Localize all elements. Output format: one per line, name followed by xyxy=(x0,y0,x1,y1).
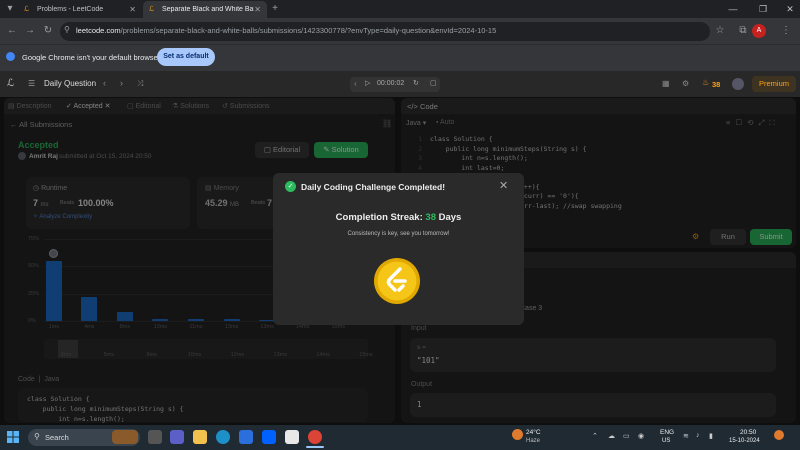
tab-title: Problems - LeetCode xyxy=(37,6,104,13)
chrome-menu-icon[interactable]: ⋮ xyxy=(778,23,794,39)
wifi-icon[interactable]: ≋ xyxy=(683,432,689,440)
url-text[interactable]: leetcode.com/problems/separate-black-and… xyxy=(76,26,496,35)
problem-list-icon[interactable]: ☰ xyxy=(28,79,35,88)
close-window-icon[interactable]: ✕ xyxy=(783,2,797,16)
tray-chevron-icon[interactable]: ⌃ xyxy=(592,432,598,440)
teams-icon[interactable] xyxy=(170,430,184,444)
problem-list-title[interactable]: Daily Question xyxy=(44,79,96,88)
back-icon[interactable]: ← xyxy=(4,23,20,39)
streak-fire-icon: ♨ xyxy=(702,78,710,87)
volume-icon[interactable]: ♪ xyxy=(696,432,700,439)
file-explorer-icon[interactable] xyxy=(193,430,207,444)
maximize-icon[interactable]: ❐ xyxy=(756,2,770,16)
close-tab-icon[interactable]: ✕ xyxy=(129,5,136,14)
extensions-icon[interactable]: ⧉ xyxy=(735,23,751,39)
dropbox-icon[interactable] xyxy=(262,430,276,444)
browser-tab-current[interactable]: ℒ Separate Black and White Balls ✕ xyxy=(143,1,267,18)
timer-value: 00:00:02 xyxy=(377,80,405,87)
camera-icon[interactable]: ◉ xyxy=(638,432,644,440)
taskbar-search-label: Search xyxy=(45,433,69,442)
weather-temp[interactable]: 24°C xyxy=(526,429,541,436)
check-circle-icon: ✓ xyxy=(285,181,296,192)
settings-gear-icon[interactable]: ⚙ xyxy=(682,79,689,88)
notification-icon[interactable] xyxy=(774,430,784,440)
language-indicator[interactable]: ENG xyxy=(660,429,674,436)
streak-count[interactable]: 38 xyxy=(712,80,720,89)
layout-icon[interactable]: ▦ xyxy=(662,79,670,88)
completion-streak: Completion Streak: 38 Days xyxy=(335,212,462,223)
timer-prev-icon[interactable]: ‹ xyxy=(354,79,357,88)
clock-time[interactable]: 20:50 xyxy=(740,429,756,436)
chrome-logo-icon xyxy=(6,52,15,61)
infobar-message: Google Chrome isn't your default browser xyxy=(22,53,161,62)
premium-button[interactable]: Premium xyxy=(752,76,796,92)
prev-problem-icon[interactable]: ‹ xyxy=(103,78,106,88)
region-indicator: US xyxy=(662,438,671,444)
task-view-icon[interactable] xyxy=(148,430,162,444)
bookmark-star-icon[interactable]: ☆ xyxy=(712,23,728,39)
windows-start-icon[interactable] xyxy=(7,431,19,443)
weather-desc: Haze xyxy=(526,438,541,444)
active-app-indicator xyxy=(306,446,324,448)
shuffle-icon[interactable]: ⤨ xyxy=(137,79,143,89)
amazon-icon[interactable] xyxy=(285,430,299,444)
search-icon: ⚲ xyxy=(34,432,40,441)
modal-title: Daily Coding Challenge Completed! xyxy=(301,182,446,192)
battery-status-icon[interactable]: ▮ xyxy=(709,432,713,440)
timer-play-icon[interactable]: ▷ xyxy=(365,79,370,87)
site-info-icon[interactable]: ⚲ xyxy=(64,25,70,34)
user-avatar[interactable] xyxy=(732,78,744,90)
leetcode-logo-icon[interactable]: ℒ xyxy=(7,78,14,89)
next-problem-icon[interactable]: › xyxy=(120,78,123,88)
close-tab-icon[interactable]: ✕ xyxy=(254,5,261,14)
clock-date: 15-10-2024 xyxy=(729,438,760,444)
modal-subtitle: Consistency is key, see you tomorrow! xyxy=(347,231,450,237)
profile-avatar[interactable]: A xyxy=(752,24,766,38)
tab-search-icon[interactable]: ▾ xyxy=(2,1,18,17)
modal-close-icon[interactable]: ✕ xyxy=(499,179,508,192)
reload-icon[interactable]: ↻ xyxy=(40,23,56,39)
store-icon[interactable] xyxy=(239,430,253,444)
battery-icon[interactable]: ▭ xyxy=(623,432,630,440)
forward-icon[interactable]: → xyxy=(22,23,38,39)
search-highlight-icon xyxy=(112,430,138,444)
browser-tab-problems[interactable]: ℒ Problems - LeetCode ✕ xyxy=(18,1,142,18)
edge-icon[interactable] xyxy=(216,430,230,444)
leetcode-favicon-icon: ℒ xyxy=(24,5,30,13)
minimize-icon[interactable]: — xyxy=(726,2,740,16)
weather-icon xyxy=(512,429,523,440)
timer-reset-icon[interactable]: ↻ xyxy=(413,79,419,87)
new-tab-icon[interactable]: + xyxy=(267,1,283,17)
note-icon[interactable]: ▢ xyxy=(430,79,437,87)
onedrive-icon[interactable]: ☁ xyxy=(608,432,615,440)
set-default-button[interactable]: Set as default xyxy=(157,48,215,66)
leetcode-favicon-icon: ℒ xyxy=(149,5,155,13)
leetcode-coin-icon xyxy=(373,257,421,305)
tab-title: Separate Black and White Balls xyxy=(162,6,254,13)
chrome-taskbar-icon[interactable] xyxy=(308,430,322,444)
